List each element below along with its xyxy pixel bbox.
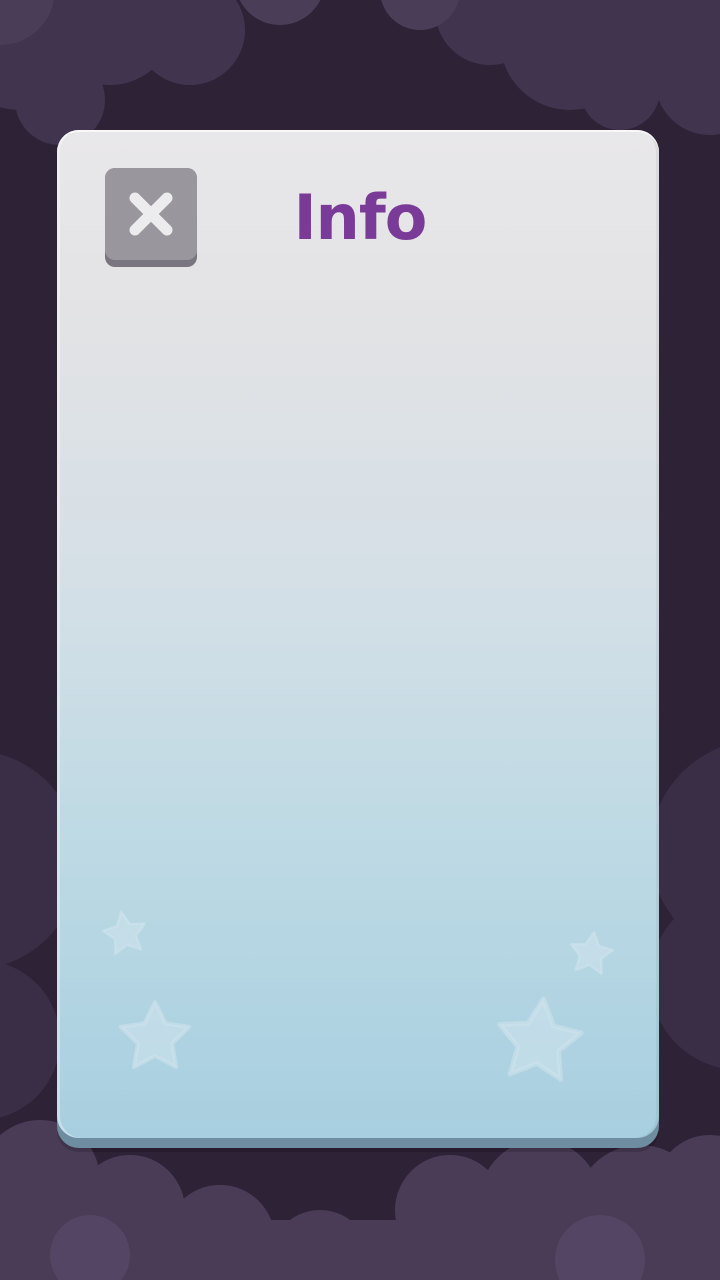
star-decorations (101, 910, 615, 1082)
star-icon (497, 996, 584, 1082)
star-icon (569, 930, 615, 975)
info-dialog: Info (57, 130, 659, 1148)
game-screen: Info (0, 0, 720, 1280)
dialog-title: Info (293, 181, 428, 254)
star-icon (118, 1000, 192, 1070)
info-dialog-body: Info (57, 130, 659, 1138)
star-icon (101, 910, 146, 956)
